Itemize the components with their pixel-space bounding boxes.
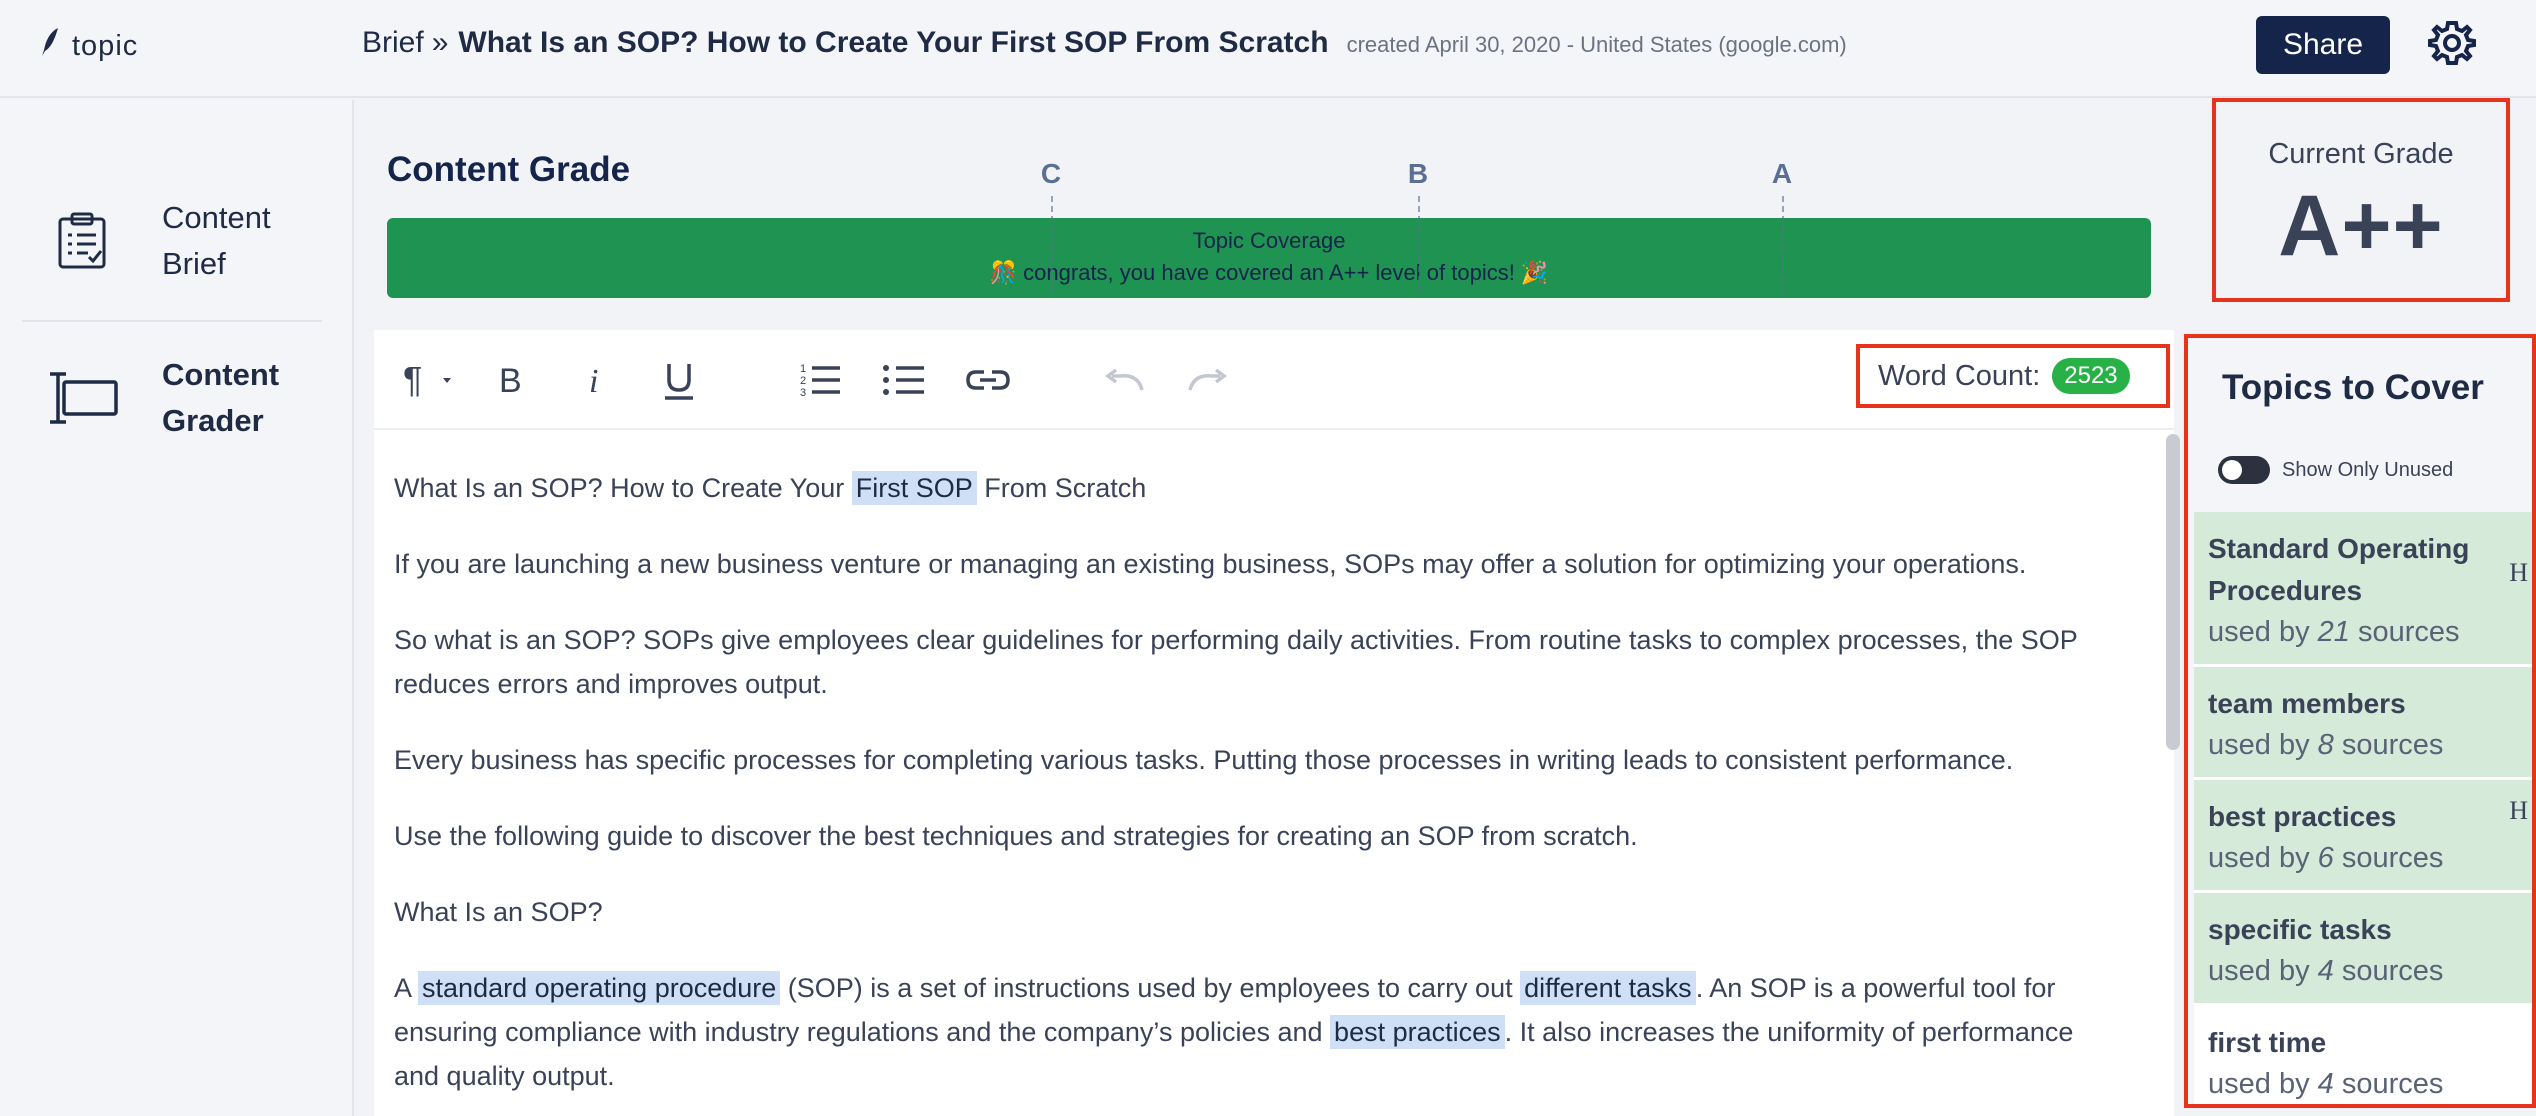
current-grade-value: A++: [2278, 178, 2444, 274]
current-grade-label: Current Grade: [2268, 138, 2454, 170]
sidebar-item-content-brief[interactable]: Content Brief: [22, 195, 362, 287]
paragraph-icon[interactable]: ¶: [398, 354, 468, 406]
topic-item[interactable]: specific tasks used by 4 sources: [2194, 893, 2532, 1006]
page-title: What Is an SOP? How to Create Your First…: [458, 26, 1329, 59]
topic-item[interactable]: Standard Operating Procedures used by 21…: [2194, 512, 2532, 667]
ordered-list-icon[interactable]: 123: [792, 354, 848, 406]
breadcrumb-separator: »: [431, 26, 449, 59]
italic-icon[interactable]: i: [570, 354, 620, 406]
paragraph: If you are launching a new business vent…: [394, 549, 2027, 579]
topic-usage: used by 6 sources: [2208, 842, 2444, 874]
gear-icon[interactable]: [2428, 19, 2476, 67]
svg-text:i: i: [589, 363, 598, 400]
topic-name: best practices: [2208, 801, 2397, 832]
svg-text:B: B: [499, 362, 522, 400]
current-grade-panel: Current Grade A++: [2212, 98, 2510, 302]
grade-threshold-c: [1051, 196, 1053, 292]
heading-marker: H: [2509, 558, 2528, 587]
topics-title: Topics to Cover: [2222, 368, 2484, 407]
topic-coverage-message: 🎊 congrats, you have covered an A++ leve…: [989, 260, 1549, 285]
breadcrumb: Brief » What Is an SOP? How to Create Yo…: [362, 26, 1847, 60]
topic-name: first time: [2208, 1027, 2327, 1058]
text-cursor-box-icon: [22, 370, 142, 426]
sidebar-item-content-grader[interactable]: Content Grader: [22, 352, 362, 444]
svg-text:1: 1: [800, 363, 806, 375]
logo-text: topic: [72, 29, 139, 62]
svg-text:3: 3: [800, 387, 806, 399]
show-unused-row: Show Only Unused: [2218, 456, 2453, 484]
word-count: Word Count: 2523: [1856, 344, 2170, 408]
show-only-unused-toggle[interactable]: [2218, 456, 2270, 484]
topic-item[interactable]: team members used by 8 sources: [2194, 667, 2532, 780]
grade-threshold-a: [1782, 196, 1784, 292]
show-only-unused-label: Show Only Unused: [2282, 458, 2454, 481]
clipboard-list-icon: [22, 211, 142, 271]
editor-scrollbar[interactable]: [2166, 434, 2180, 750]
topic-usage: used by 4 sources: [2208, 955, 2444, 987]
link-icon[interactable]: [960, 354, 1016, 406]
sidebar: Content Brief Content Grader: [0, 100, 354, 1116]
redo-icon[interactable]: [1180, 354, 1236, 406]
word-count-badge: 2523: [2052, 358, 2130, 394]
sidebar-divider: [22, 320, 322, 322]
share-button[interactable]: Share: [2256, 16, 2390, 74]
quill-icon: [38, 26, 62, 66]
content-grade-title: Content Grade: [387, 150, 631, 189]
topic-name: specific tasks: [2208, 914, 2392, 945]
topic-item[interactable]: best practices used by 6 sources H: [2194, 780, 2532, 893]
bullet-list-icon[interactable]: [876, 354, 932, 406]
sidebar-item-label: Content Grader: [162, 357, 280, 438]
breadcrumb-brief-link[interactable]: Brief: [362, 26, 424, 60]
sidebar-item-label: Content Brief: [162, 200, 271, 281]
topic-highlight: best practices: [1330, 1015, 1505, 1049]
topic-coverage-bar: Topic Coverage 🎊 congrats, you have cove…: [387, 218, 2151, 298]
paragraph: Every business has specific processes fo…: [394, 745, 2014, 775]
grade-marker-c: C: [1040, 158, 1062, 189]
grade-marker-a: A: [1771, 158, 1793, 189]
topic-usage: used by 4 sources: [2208, 1068, 2444, 1100]
grade-threshold-b: [1418, 196, 1420, 292]
underline-icon[interactable]: [654, 354, 704, 406]
topic-list: Standard Operating Procedures used by 21…: [2194, 512, 2532, 1104]
svg-text:¶: ¶: [403, 360, 422, 400]
topic-name: team members: [2208, 688, 2406, 719]
editor-toolbar: ¶ B i 123 Word Count: 2523: [374, 330, 2174, 430]
svg-text:2: 2: [800, 375, 806, 387]
bold-icon[interactable]: B: [486, 354, 536, 406]
app-logo[interactable]: topic: [38, 26, 138, 66]
editor-content[interactable]: What Is an SOP? How to Create Your First…: [394, 466, 2084, 1116]
heading-marker: H: [2509, 796, 2528, 825]
topic-name: Standard Operating Procedures: [2208, 533, 2470, 606]
topics-panel: Topics to Cover Show Only Unused Standar…: [2184, 334, 2536, 1108]
paragraph: So what is an SOP? SOPs give employees c…: [394, 625, 2078, 699]
paragraph: Use the following guide to discover the …: [394, 821, 1638, 851]
topic-highlight: different tasks: [1520, 971, 1696, 1005]
paragraph: What Is an SOP?: [394, 897, 603, 927]
topic-highlight: First SOP: [851, 471, 977, 505]
paragraph: What Is an SOP? How to Create Your First…: [394, 471, 1147, 505]
undo-icon[interactable]: [1096, 354, 1152, 406]
topic-coverage-label: Topic Coverage: [1192, 228, 1346, 253]
page-meta: created April 30, 2020 - United States (…: [1346, 32, 1847, 57]
grade-marker-b: B: [1407, 158, 1429, 189]
topic-usage: used by 21 sources: [2208, 616, 2460, 648]
topic-usage: used by 8 sources: [2208, 729, 2444, 761]
editor: ¶ B i 123 Word Count: 2523 What Is an SO…: [374, 330, 2180, 1116]
paragraph: A standard operating procedure (SOP) is …: [394, 971, 2074, 1091]
topic-highlight: standard operating procedure: [418, 971, 781, 1005]
top-bar: topic Brief » What Is an SOP? How to Cre…: [0, 0, 2536, 98]
word-count-label: Word Count:: [1878, 359, 2041, 392]
topic-item[interactable]: first time used by 4 sources: [2194, 1006, 2532, 1104]
